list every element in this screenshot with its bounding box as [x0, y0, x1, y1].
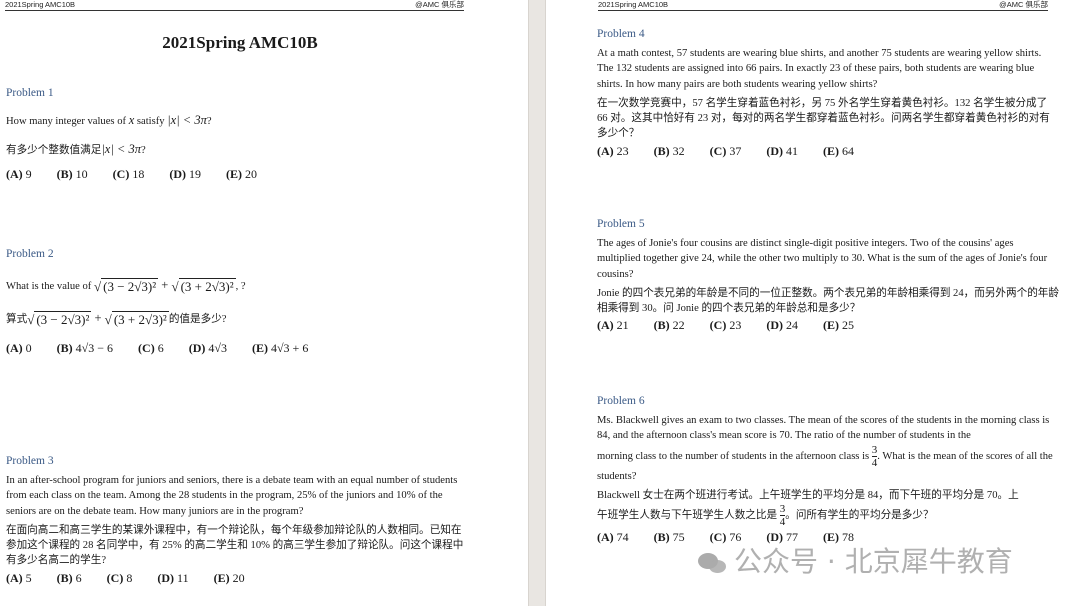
choice-e[interactable]: (E) 4√3 + 6 — [252, 341, 308, 356]
page-header: 2021Spring AMC10B @AMC 俱乐部 — [598, 0, 1048, 11]
problem-text-zh: 在一次数学竞赛中，57 名学生穿着蓝色衬衫，另 75 外名学生穿着黄色衬衫。13… — [597, 97, 1050, 140]
choice-d[interactable]: (D) 19 — [169, 167, 201, 182]
problem-title: Problem 3 — [6, 455, 54, 467]
problem-5: Problem 5 The ages of Jonie's four cousi… — [597, 218, 1059, 333]
choice-b[interactable]: (B) 6 — [57, 571, 82, 586]
choice-c[interactable]: (C) 23 — [710, 318, 742, 333]
choice-b[interactable]: (B) 75 — [654, 530, 685, 545]
problem-title: Problem 6 — [597, 395, 645, 407]
choice-d[interactable]: (D) 4√3 — [189, 341, 227, 356]
problem-text-en: The ages of Jonie's four cousins are dis… — [597, 238, 1048, 280]
problem-text-en: In an after-school program for juniors a… — [6, 475, 458, 517]
problem-1: Problem 1 How many integer values of x s… — [6, 87, 506, 182]
answer-choices: (A) 23 (B) 32 (C) 37 (D) 41 (E) 64 — [597, 144, 1059, 159]
problem-3: Problem 3 In an after-school program for… — [6, 455, 472, 586]
answer-choices: (A) 5 (B) 6 (C) 8 (D) 11 (E) 20 — [6, 571, 472, 586]
problem-2: Problem 2 What is the value of √ (3 − 2√3… — [6, 248, 506, 356]
radical-expression: √ (3 − 2√3)² — [27, 311, 92, 328]
choice-e[interactable]: (E) 20 — [226, 167, 257, 182]
header-left: 2021Spring AMC10B — [598, 0, 669, 9]
radical-expression: √ (3 + 2√3)² — [171, 278, 236, 295]
choice-c[interactable]: (C) 8 — [107, 571, 133, 586]
choice-d[interactable]: (D) 11 — [157, 571, 188, 586]
choice-b[interactable]: (B) 22 — [654, 318, 685, 333]
problem-text-en: Ms. Blackwell gives an exam to two class… — [597, 415, 1053, 482]
document-title: 2021Spring AMC10B — [162, 33, 318, 52]
choice-a[interactable]: (A) 5 — [6, 571, 32, 586]
choice-d[interactable]: (D) 41 — [766, 144, 798, 159]
radical-expression: √ (3 + 2√3)² — [104, 311, 169, 328]
header-left: 2021Spring AMC10B — [5, 0, 76, 9]
choice-d[interactable]: (D) 24 — [766, 318, 798, 333]
choice-a[interactable]: (A) 21 — [597, 318, 629, 333]
choice-b[interactable]: (B) 32 — [654, 144, 685, 159]
document-page-right: 2021Spring AMC10B @AMC 俱乐部 Problem 4 At … — [546, 0, 1080, 606]
problem-text-en: At a math contest, 57 students are weari… — [597, 48, 1042, 90]
problem-text-zh: 算式√ (3 − 2√3)² + √ (3 + 2√3)² 的值是多少? — [6, 310, 227, 328]
choice-b[interactable]: (B) 4√3 − 6 — [57, 341, 113, 356]
problem-title: Problem 5 — [597, 218, 645, 230]
choice-c[interactable]: (C) 18 — [113, 167, 145, 182]
header-right: @AMC 俱乐部 — [999, 0, 1048, 9]
page-header: 2021Spring AMC10B @AMC 俱乐部 — [5, 0, 464, 11]
answer-choices: (A) 0 (B) 4√3 − 6 (C) 6 (D) 4√3 (E) 4√3 … — [6, 341, 506, 356]
problem-text-en: How many integer values of x satisfy |x|… — [6, 113, 212, 127]
radical-expression: √ (3 − 2√3)² — [93, 278, 159, 295]
problem-text-zh: 有多少个整数值满足|x| < 3π? — [6, 142, 146, 157]
problem-title: Problem 1 — [6, 87, 54, 99]
problem-text-zh: 在面向高二和高三学生的某课外课程中，有一个辩论队，每个年级参加辩论队的人数相同。… — [6, 524, 464, 567]
problem-text-zh: Jonie 的四个表兄弟的年龄是不同的一位正整数。两个表兄弟的年龄相乘得到 24… — [597, 287, 1059, 315]
choice-a[interactable]: (A) 74 — [597, 530, 629, 545]
choice-e[interactable]: (E) 25 — [823, 318, 854, 333]
answer-choices: (A) 9 (B) 10 (C) 18 (D) 19 (E) 20 — [6, 167, 506, 182]
watermark-text: 公众号 · 北京犀牛教育 — [734, 545, 1013, 578]
choice-a[interactable]: (A) 23 — [597, 144, 629, 159]
wechat-icon — [698, 551, 728, 575]
answer-choices: (A) 21 (B) 22 (C) 23 (D) 24 (E) 25 — [597, 318, 1059, 333]
header-right: @AMC 俱乐部 — [415, 0, 464, 9]
choice-e[interactable]: (E) 64 — [823, 144, 854, 159]
problem-6: Problem 6 Ms. Blackwell gives an exam to… — [597, 395, 1059, 545]
choice-c[interactable]: (C) 37 — [710, 144, 742, 159]
choice-a[interactable]: (A) 9 — [6, 167, 32, 182]
problem-text-zh: Blackwell 女士在两个班进行考试。上午班学生的平均分是 84，而下午班的… — [597, 489, 1019, 529]
problem-title: Problem 4 — [597, 28, 645, 40]
problem-4: Problem 4 At a math contest, 57 students… — [597, 28, 1059, 159]
choice-c[interactable]: (C) 6 — [138, 341, 164, 356]
page-gutter — [528, 0, 546, 606]
problem-text-en: What is the value of √ (3 − 2√3)² + √ (3 +… — [6, 278, 246, 295]
watermark: 公众号 · 北京犀牛教育 — [698, 540, 1013, 580]
choice-e[interactable]: (E) 20 — [214, 571, 245, 586]
choice-b[interactable]: (B) 10 — [57, 167, 88, 182]
document-page-left: 2021Spring AMC10B @AMC 俱乐部 2021Spring AM… — [0, 0, 528, 606]
choice-a[interactable]: (A) 0 — [6, 341, 32, 356]
problem-title: Problem 2 — [6, 248, 54, 260]
